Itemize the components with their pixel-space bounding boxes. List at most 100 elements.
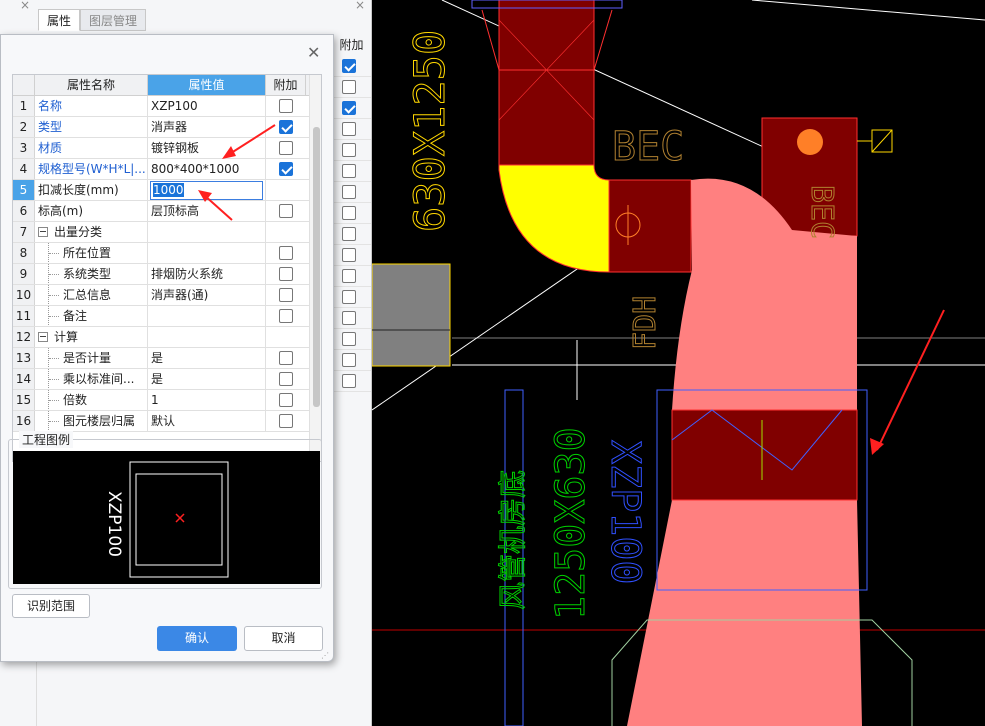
add-checkbox[interactable] (279, 162, 293, 176)
add-checkbox[interactable] (279, 246, 293, 260)
property-value[interactable]: 镀锌钢板 (148, 138, 266, 158)
property-value[interactable]: 层顶标高 (148, 201, 266, 221)
header-add: 附加 (266, 75, 306, 95)
property-value[interactable]: 消声器(通) (148, 285, 266, 305)
panel-close-icon[interactable]: × (20, 0, 30, 12)
add-checkbox[interactable] (279, 414, 293, 428)
add-cell (266, 180, 306, 200)
panel-add-checkbox[interactable] (342, 269, 356, 283)
property-value[interactable] (148, 243, 266, 263)
table-row[interactable]: 5 扣减长度(mm) 1000 (13, 180, 321, 201)
panel-add-checkbox[interactable] (342, 80, 356, 94)
panel-add-checkbox[interactable] (342, 353, 356, 367)
identify-range-button[interactable]: 识别范围 (12, 594, 90, 618)
panel-add-column (333, 56, 371, 392)
header-property-name: 属性名称 (35, 75, 148, 95)
panel-add-checkbox[interactable] (342, 206, 356, 220)
dialog-close-icon[interactable]: ✕ (307, 43, 320, 62)
row-number: 11 (13, 306, 35, 326)
panel-add-checkbox[interactable] (342, 59, 356, 73)
table-row[interactable]: 11 备注 (13, 306, 321, 327)
table-row[interactable]: 13 是否计量 是 (13, 348, 321, 369)
panel-add-checkbox[interactable] (342, 227, 356, 241)
tab-properties[interactable]: 属性 (38, 9, 81, 31)
add-checkbox[interactable] (279, 267, 293, 281)
table-row[interactable]: 3 材质 镀锌钢板 (13, 138, 321, 159)
property-value[interactable]: 消声器 (148, 117, 266, 137)
property-value[interactable] (148, 222, 266, 242)
confirm-button[interactable]: 确认 (157, 626, 237, 651)
panel-add-checkbox[interactable] (342, 164, 356, 178)
deduct-length-input[interactable]: 1000 (148, 180, 266, 200)
property-value[interactable]: 800*400*1000 (148, 159, 266, 179)
selected-text: 1000 (153, 183, 184, 197)
panel-add-checkbox[interactable] (342, 101, 356, 115)
table-row[interactable]: 16 图元楼层归属 默认 (13, 411, 321, 432)
property-name-text: 规格型号(W*H*L|... (38, 162, 146, 176)
row-number: 15 (13, 390, 35, 410)
table-row[interactable]: 14 乘以标准间... 是 (13, 369, 321, 390)
panel-add-column-header: 附加 (333, 34, 369, 56)
add-cell (266, 348, 306, 368)
add-checkbox[interactable] (279, 141, 293, 155)
table-row[interactable]: 1 名称 XZP100 (13, 96, 321, 117)
table-row[interactable]: 8 所在位置 (13, 243, 321, 264)
tree-line (48, 306, 60, 326)
property-value[interactable]: 默认 (148, 411, 266, 431)
table-row[interactable]: 15 倍数 1 (13, 390, 321, 411)
panel-row (333, 371, 371, 392)
tab-layer-management[interactable]: 图层管理 (80, 9, 147, 31)
add-checkbox[interactable] (279, 288, 293, 302)
add-checkbox[interactable] (279, 351, 293, 365)
orange-point (797, 129, 823, 155)
table-row[interactable]: 2 类型 消声器 (13, 117, 321, 138)
add-cell (266, 390, 306, 410)
add-checkbox[interactable] (279, 99, 293, 113)
cad-canvas[interactable]: 630X1250 BEC BEC FDH 1250X630 XZP100 风管机… (372, 0, 985, 726)
table-row[interactable]: 12 计算 (13, 327, 321, 348)
panel-row (333, 77, 371, 98)
cancel-button[interactable]: 取消 (244, 626, 323, 651)
property-name-text: 材质 (38, 141, 63, 155)
property-value[interactable]: 排烟防火系统 (148, 264, 266, 284)
panel-add-checkbox[interactable] (342, 332, 356, 346)
panel-add-checkbox[interactable] (342, 374, 356, 388)
add-cell (266, 138, 306, 158)
table-row[interactable]: 6 标高(m) 层顶标高 (13, 201, 321, 222)
row-number: 14 (13, 369, 35, 389)
add-checkbox[interactable] (279, 120, 293, 134)
table-row[interactable]: 9 系统类型 排烟防火系统 (13, 264, 321, 285)
property-name: 计算 (35, 327, 148, 347)
property-value[interactable]: 是 (148, 369, 266, 389)
row-number: 6 (13, 201, 35, 221)
panel-add-checkbox[interactable] (342, 248, 356, 262)
add-checkbox[interactable] (279, 204, 293, 218)
add-cell (266, 117, 306, 137)
duct-size-label-top: 630X1250 (405, 30, 454, 232)
panel-close-icon-right[interactable]: × (355, 0, 365, 12)
table-row[interactable]: 4 规格型号(W*H*L|... 800*400*1000 (13, 159, 321, 180)
table-row[interactable]: 7 出量分类 (13, 222, 321, 243)
add-checkbox[interactable] (279, 372, 293, 386)
resize-grip-icon[interactable]: ⋰ (321, 651, 331, 661)
add-checkbox[interactable] (279, 393, 293, 407)
panel-add-checkbox[interactable] (342, 143, 356, 157)
collapse-icon[interactable] (38, 227, 48, 237)
property-value[interactable] (148, 327, 266, 347)
add-cell (266, 264, 306, 284)
panel-add-checkbox[interactable] (342, 185, 356, 199)
property-value[interactable] (148, 306, 266, 326)
property-value[interactable]: 1 (148, 390, 266, 410)
row-number: 1 (13, 96, 35, 116)
property-value[interactable]: 是 (148, 348, 266, 368)
cad-drawing: 630X1250 BEC BEC FDH 1250X630 XZP100 风管机… (372, 0, 985, 726)
collapse-icon[interactable] (38, 332, 48, 342)
panel-add-checkbox[interactable] (342, 290, 356, 304)
grid-scroll-thumb[interactable] (313, 127, 320, 407)
grid-scrollbar[interactable] (309, 75, 321, 461)
property-value[interactable]: XZP100 (148, 96, 266, 116)
add-checkbox[interactable] (279, 309, 293, 323)
panel-add-checkbox[interactable] (342, 311, 356, 325)
table-row[interactable]: 10 汇总信息 消声器(通) (13, 285, 321, 306)
panel-add-checkbox[interactable] (342, 122, 356, 136)
